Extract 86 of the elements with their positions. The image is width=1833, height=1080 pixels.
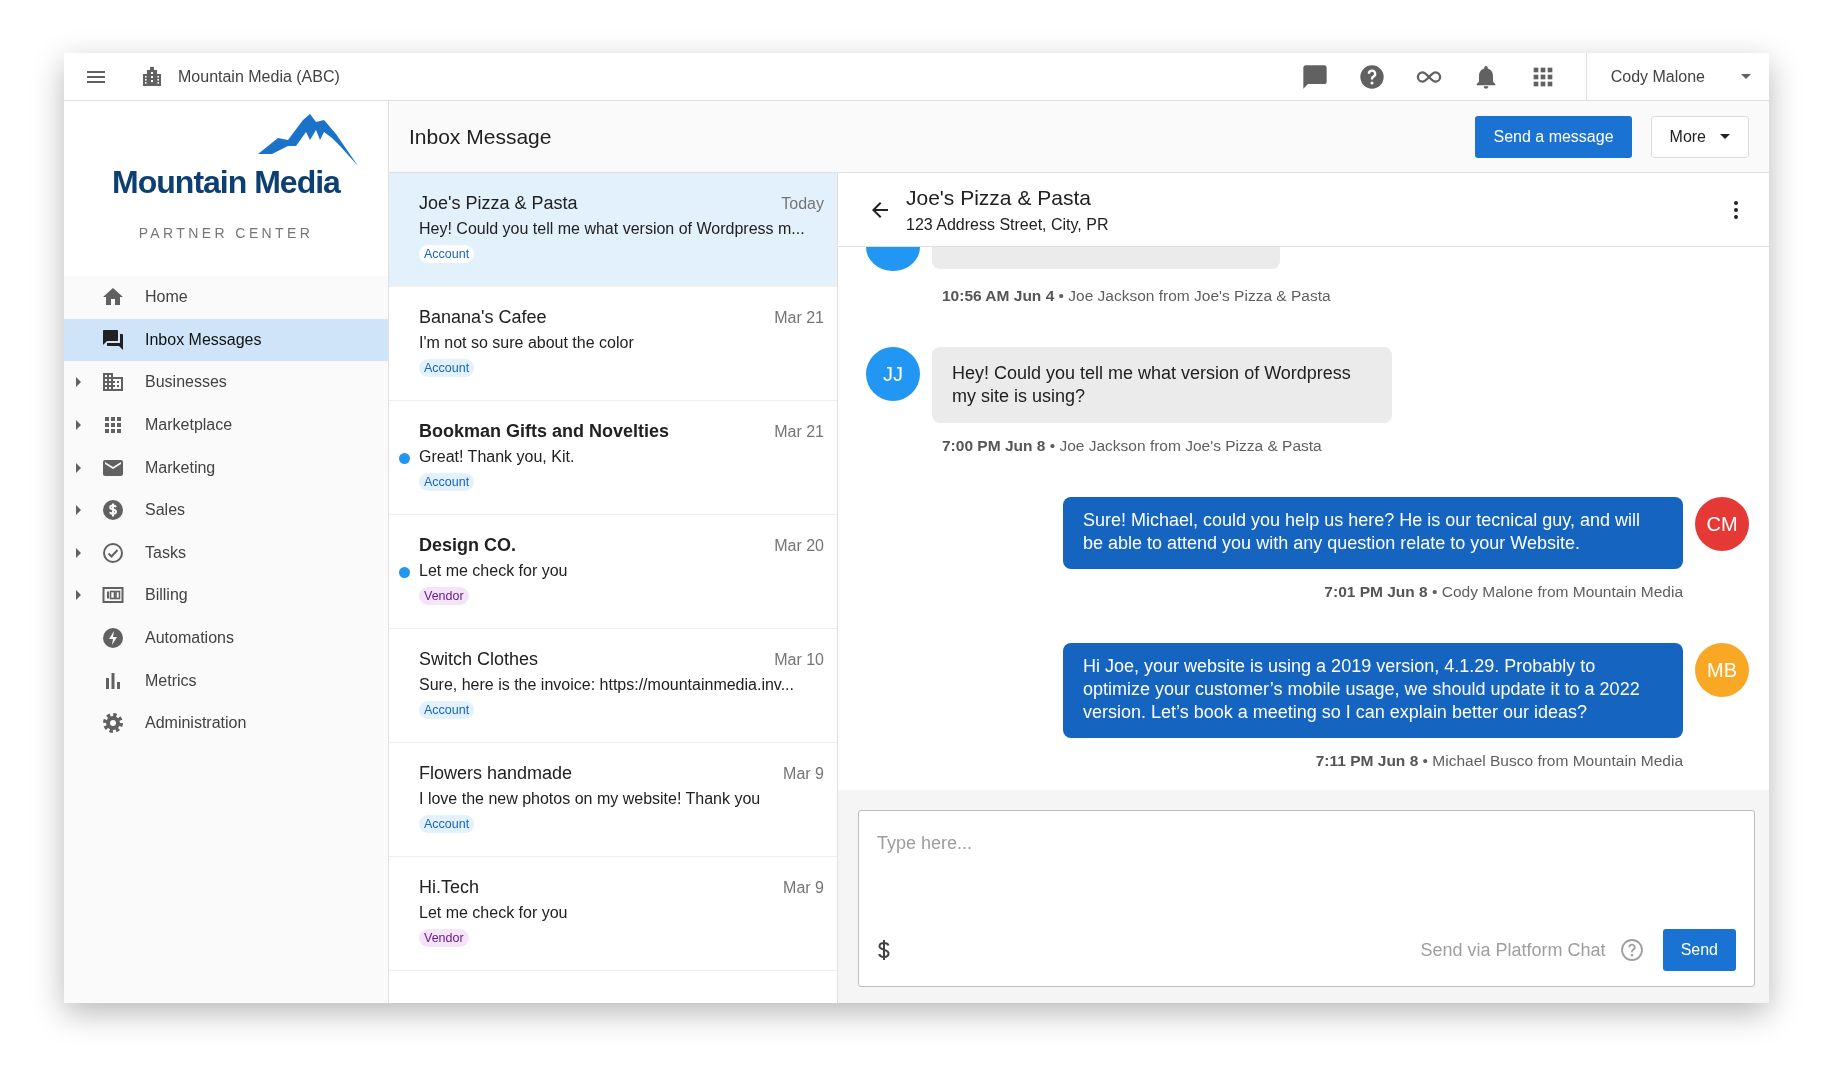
message-bubble: Hi Joe, your website is using a 2019 version, 4.1.29. Probably to optimize your customer’s mobile usage, we should update it to a 2022 version. Let’s book a meeting so I can explain better our ideas?: [1063, 643, 1683, 738]
conversation-item[interactable]: Design CO. Mar 20 Let me check for you Vendor: [389, 515, 837, 629]
check-circle-icon: [101, 540, 125, 565]
message-preview: Great! Thank you, Kit.: [419, 448, 575, 465]
conversation-item[interactable]: Bookman Gifts and Novelties Mar 21 Great! Thank you, Kit. Account: [389, 401, 837, 515]
bolt-icon: [101, 626, 125, 651]
sidebar-item[interactable]: Administration: [64, 701, 388, 745]
message-meta: 7:00 PM Jun 8 • Joe Jackson from Joe's Pizza & Pasta: [942, 437, 1323, 455]
sidebar-item[interactable]: Tasks: [64, 531, 388, 575]
tag: Account: [419, 815, 475, 833]
message-meta: 10:56 AM Jun 4 • Joe Jackson from Joe's Pizza & Pasta: [942, 287, 1332, 305]
caret-icon: [1741, 74, 1751, 79]
tag: Account: [419, 359, 475, 377]
chat-address: 123 Address Street, City, PR: [906, 215, 1109, 234]
tag: Account: [419, 245, 475, 263]
gear-icon: [101, 711, 125, 736]
message-bubble: Sure! Michael, could you help us here? He is our tecnical guy, and will be able to attend you with any question relate to your Website.: [1063, 497, 1683, 569]
tag: Account: [419, 473, 475, 491]
send-channel-label: Send via Platform Chat: [1420, 939, 1606, 961]
dollar-icon: [101, 498, 125, 523]
message-meta: 7:11 PM Jun 8 • Michael Busco from Mountain Media: [1315, 752, 1683, 770]
page-title: Inbox Message: [409, 124, 552, 149]
conversation-item[interactable]: Switch Clothes Mar 10 Sure, here is the invoice: https://mountainmedia.inv... Account: [389, 629, 837, 743]
message-preview: Sure, here is the invoice: https://mountainmedia.inv...: [419, 676, 794, 693]
sidebar-item[interactable]: Billing: [64, 574, 388, 617]
expand-arrow-icon[interactable]: [75, 590, 81, 601]
expand-arrow-icon[interactable]: [75, 420, 81, 431]
conversation-date: Mar 21: [774, 423, 824, 441]
conversation-date: Mar 9: [783, 879, 824, 897]
more-button[interactable]: More: [1650, 115, 1749, 158]
expand-arrow-icon[interactable]: [75, 505, 81, 516]
message-meta: 7:01 PM Jun 8 • Cody Malone from Mountain Media: [1324, 583, 1683, 601]
message-preview: I love the new photos on my website! Thank you: [419, 790, 761, 807]
organization-name: Mountain Media (ABC): [178, 67, 340, 86]
sidebar-item[interactable]: Automations: [64, 616, 388, 660]
conversation-name: Joe's Pizza & Pasta: [419, 193, 578, 214]
conversation-name: Design CO.: [419, 535, 516, 556]
conversation-name: Hi.Tech: [419, 877, 480, 898]
chat-title: Joe's Pizza & Pasta: [906, 185, 1092, 210]
chat-bubbles-icon: [101, 327, 125, 352]
help-icon[interactable]: [1619, 938, 1644, 962]
conversation-name: Banana's Cafee: [419, 307, 547, 328]
conversation-date: Mar 20: [774, 537, 824, 555]
building-icon: [140, 64, 164, 89]
send-message-button[interactable]: Send a message: [1475, 115, 1632, 158]
logo-name: Mountain Media: [112, 164, 340, 201]
message-composer[interactable]: Type here... Send via Platform Chat Send: [858, 810, 1755, 987]
conversation-date: Mar 9: [783, 765, 824, 783]
message-bubble: Hey! Could you tell me what version of Wordpress my site is using?: [932, 347, 1392, 423]
send-button[interactable]: Send: [1662, 929, 1736, 971]
conversation-date: Mar 21: [774, 309, 824, 327]
help-icon[interactable]: [1357, 62, 1386, 91]
sidebar-item[interactable]: Inbox Messages: [64, 318, 388, 362]
sidebar-item[interactable]: Home: [64, 276, 388, 319]
expand-arrow-icon[interactable]: [75, 377, 81, 388]
tag: Vendor: [419, 929, 469, 947]
logo-subtitle: PARTNER CENTER: [138, 225, 314, 241]
conversation-item[interactable]: Joe's Pizza & Pasta Today Hey! Could you tell me what version of Wordpress m... Account: [389, 173, 837, 287]
message-preview: I'm not so sure about the color: [419, 334, 634, 351]
avatar: JJ: [866, 347, 920, 401]
user-menu[interactable]: Cody Malone: [1585, 53, 1769, 100]
expand-arrow-icon[interactable]: [75, 547, 81, 558]
sidebar-item[interactable]: Metrics: [64, 659, 388, 702]
dollar-icon[interactable]: [877, 938, 891, 962]
tag: Vendor: [419, 587, 469, 605]
message-preview: Let me check for you: [419, 562, 568, 579]
conversation-name: Flowers handmade: [419, 763, 573, 784]
conversation-date: Mar 10: [774, 651, 824, 669]
conversation-name: Switch Clothes: [419, 649, 539, 670]
sidebar-item[interactable]: Businesses: [64, 361, 388, 404]
avatar: MB: [1695, 643, 1749, 697]
message-preview: Hey! Could you tell me what version of Wordpress m...: [419, 220, 805, 237]
conversation-item[interactable]: Banana's Cafee Mar 21 I'm not so sure about the color Account: [389, 287, 837, 401]
chat-icon[interactable]: [1300, 62, 1329, 91]
caret-icon: [1720, 134, 1730, 139]
conversation-item[interactable]: Flowers handmade Mar 9 I love the new photos on my website! Thank you Account: [389, 743, 837, 857]
sidebar-item[interactable]: Marketing: [64, 446, 388, 489]
conversation-date: Today: [781, 195, 824, 213]
expand-arrow-icon[interactable]: [75, 462, 81, 473]
sidebar-item[interactable]: Marketplace: [64, 403, 388, 447]
conversation-name: Bookman Gifts and Novelties: [419, 421, 670, 442]
message-preview: Let me check for you: [419, 904, 568, 921]
sidebar-item[interactable]: Sales: [64, 488, 388, 532]
tag: Account: [419, 701, 475, 719]
avatar: CM: [1695, 497, 1749, 551]
conversation-item[interactable]: Hi.Tech Mar 9 Let me check for you Vendor: [389, 857, 837, 971]
